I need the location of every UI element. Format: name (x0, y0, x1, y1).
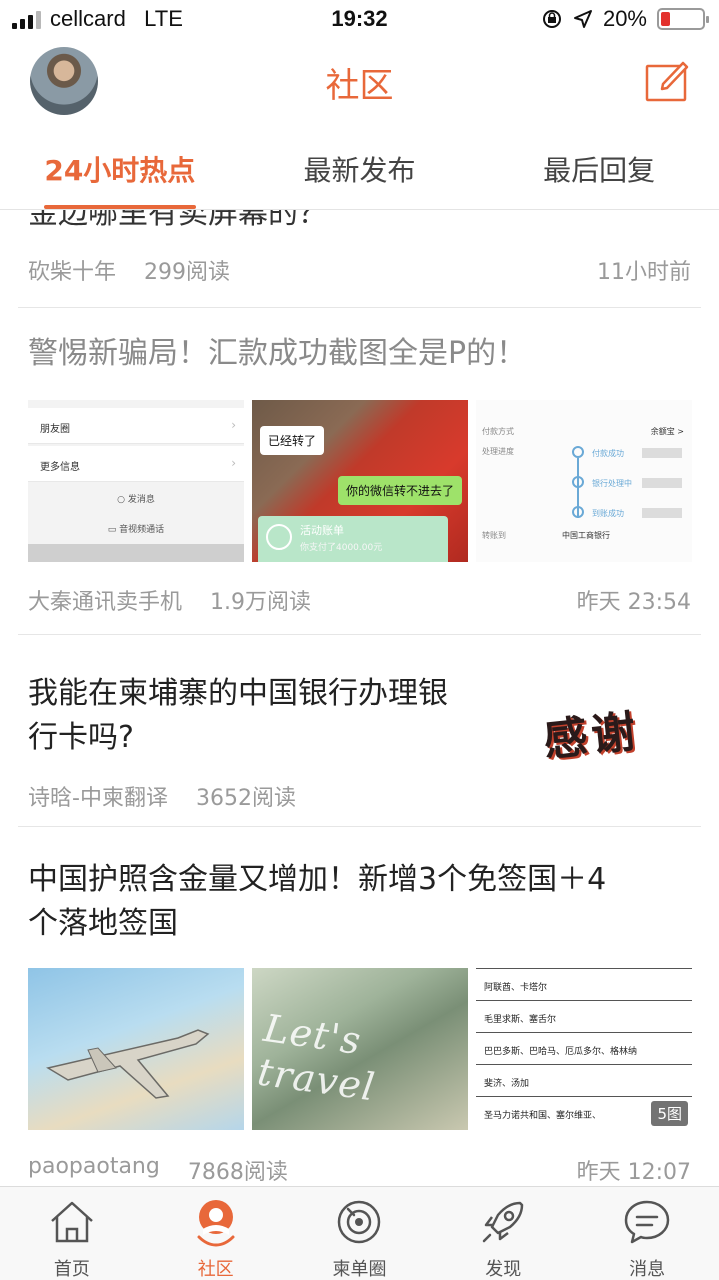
post-thumbnail[interactable]: 感谢 (533, 676, 689, 794)
post-image[interactable]: 阿联酋、卡塔尔 毛里求斯、塞舌尔 巴巴多斯、巴哈马、厄瓜多尔、格林纳 斐济、汤加… (476, 968, 692, 1130)
travel-text: Let's travel (254, 1005, 379, 1110)
nav-circle[interactable]: 柬单圈 (288, 1187, 432, 1280)
compose-icon[interactable] (645, 60, 689, 102)
location-icon (573, 10, 592, 28)
bottom-nav: 首页 社区 柬单圈 发现 消息 (0, 1186, 719, 1280)
tab-24h-hot[interactable]: 24小时热点 (0, 125, 240, 209)
post-title: 我能在柬埔寨的中国银行办理银 行卡吗? (28, 676, 448, 755)
circle-icon (338, 1200, 381, 1244)
nav-label: 首页 (53, 1259, 90, 1280)
battery-icon (657, 8, 709, 30)
post-image[interactable] (28, 968, 244, 1130)
post-image[interactable]: 付款方式 余额宝 > 处理进度 付款成功 银行处理中 到账成功 转账到 中国工商… (476, 400, 692, 562)
nav-label: 社区 (197, 1259, 234, 1280)
divider (18, 826, 701, 827)
app-header: 社区 (0, 40, 719, 125)
rocket-icon (483, 1201, 524, 1243)
airplane-icon (46, 1029, 210, 1099)
post-image[interactable]: 已经转了 你的微信转不进去了 活动账单 你支付了4000.00元 (252, 400, 468, 562)
post-meta: 诗晗-中柬翻译 3652阅读 (28, 780, 691, 812)
post-time: 昨天 12:07 (576, 1160, 691, 1185)
tab-last-reply[interactable]: 最后回复 (479, 125, 719, 209)
nav-messages[interactable]: 消息 (575, 1187, 719, 1280)
page-title: 社区 (325, 66, 394, 106)
post-meta: 大秦通讯卖手机 1.9万阅读 昨天 23:54 (28, 584, 691, 616)
post-image[interactable]: Let's travel (252, 968, 468, 1130)
status-bar: cellcard LTE 19:32 20% (0, 0, 719, 40)
post-reads: 7868阅读 (187, 1160, 288, 1185)
nav-label: 发现 (485, 1259, 522, 1280)
post-reads: 1.9万阅读 (210, 590, 312, 615)
divider (18, 634, 701, 635)
post-author: paopaotang (28, 1154, 160, 1179)
battery-percent: 20% (602, 6, 647, 31)
post-image[interactable]: 朋友圈 › 更多信息 › ○ 发消息 ▭ 音视频通话 (28, 400, 244, 562)
post-meta: 砍柴十年 299阅读 11小时前 (28, 254, 691, 286)
post-image-row: Let's travel 阿联酋、卡塔尔 毛里求斯、塞舌尔 巴巴多斯、巴哈马、厄… (28, 968, 692, 1130)
post-image-row: 朋友圈 › 更多信息 › ○ 发消息 ▭ 音视频通话 已经转了 你的微信转不进去了 … (28, 400, 692, 562)
feed-tabs: 24小时热点 最新发布 最后回复 (0, 125, 719, 210)
divider (18, 307, 701, 308)
image-count-badge: 5图 (651, 1101, 688, 1126)
post-time: 11小时前 (597, 260, 691, 285)
post-title: 警惕新骗局！汇款成功截图全是P的！ (28, 336, 527, 371)
tab-latest[interactable]: 最新发布 (240, 125, 480, 209)
post-time: 昨天 23:54 (576, 590, 691, 615)
message-icon (624, 1200, 670, 1244)
home-icon (51, 1201, 93, 1243)
post-reads: 3652阅读 (195, 786, 296, 811)
nav-label: 消息 (629, 1259, 666, 1280)
nav-community[interactable]: 社区 (144, 1187, 288, 1280)
nav-label: 柬单圈 (332, 1259, 387, 1280)
post-feed: 金边哪里有卖屏幕的？ 砍柴十年 299阅读 11小时前 警惕新骗局！汇款成功截图… (0, 210, 719, 1186)
rotation-lock-icon (542, 10, 561, 28)
thanks-art: 感谢 (541, 706, 642, 767)
community-icon (197, 1200, 235, 1247)
nav-home[interactable]: 首页 (0, 1187, 144, 1280)
post-author: 大秦通讯卖手机 (28, 590, 183, 615)
post-author: 砍柴十年 (28, 260, 117, 285)
post-reads: 299阅读 (144, 260, 231, 285)
post-title: 金边哪里有卖屏幕的？ (28, 210, 328, 231)
post-author: 诗晗-中柬翻译 (28, 786, 168, 811)
nav-discover[interactable]: 发现 (431, 1187, 575, 1280)
post-meta: paopaotang 7868阅读 昨天 12:07 (28, 1154, 691, 1186)
post-title: 中国护照含金量又增加！新增3个免签国＋4 个落地签国 (28, 862, 607, 941)
